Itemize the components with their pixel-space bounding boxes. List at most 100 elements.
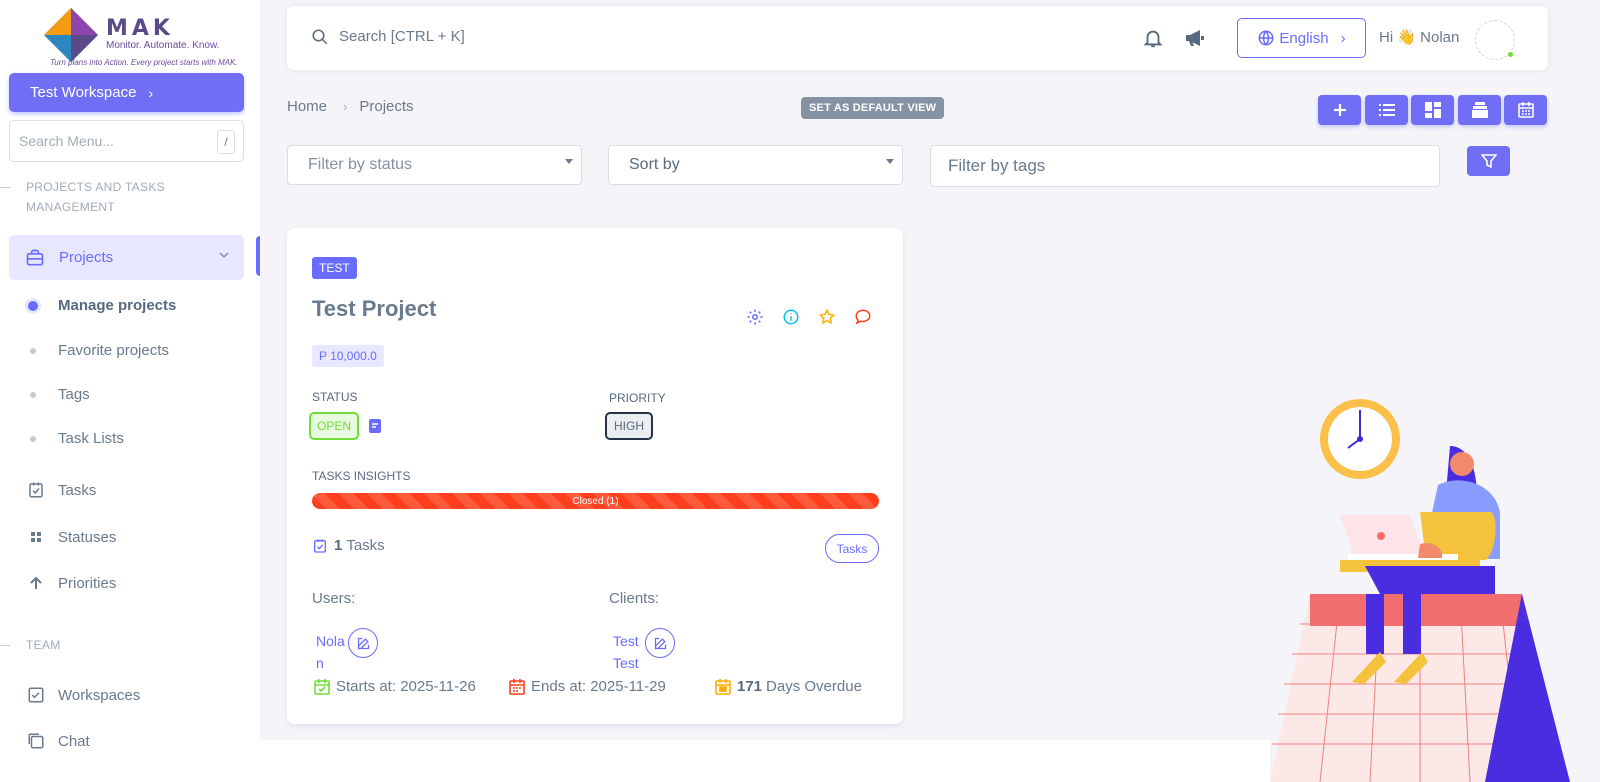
client-avatar-image[interactable]: Test Test — [613, 630, 649, 674]
overdue-days-number: 171 — [737, 678, 763, 695]
brand-subtitle: Monitor. Automate. Know. — [106, 40, 220, 51]
sidebar-item-statuses[interactable]: Statuses — [26, 527, 116, 547]
status-badge[interactable]: OPEN — [309, 412, 359, 440]
sidebar-item-chat[interactable]: Chat — [26, 731, 90, 751]
set-default-view-button[interactable]: SET AS DEFAULT VIEW — [801, 97, 945, 119]
tasks-progress-fill: Closed (1) — [312, 493, 879, 509]
chevron-right-icon: › — [1340, 29, 1346, 47]
section-header-line1: PROJECTS AND TASKS — [26, 180, 165, 194]
project-title[interactable]: Test Project — [312, 296, 436, 322]
logo-diamond-icon — [44, 8, 98, 62]
calendar-view-button[interactable] — [1504, 95, 1547, 125]
section-header-team: TEAM — [0, 635, 61, 655]
workspace-switcher-button[interactable]: Test Workspace › — [9, 73, 244, 112]
global-search-input[interactable]: Search [CTRL + K] — [339, 28, 465, 45]
sidebar-item-priorities[interactable]: Priorities — [26, 573, 116, 593]
gear-icon[interactable] — [745, 307, 765, 327]
project-card: TEST Test Project P 10,000.0 STATUS OPEN… — [287, 228, 903, 724]
list-icon — [1378, 104, 1395, 116]
globe-icon — [1258, 30, 1274, 46]
tasks-insights-label: TASKS INSIGHTS — [312, 469, 411, 483]
tasks-count-number: 1 — [334, 537, 343, 554]
user-avatar-image[interactable]: Nolan — [316, 630, 352, 674]
sidebar-item-tasks[interactable]: Tasks — [26, 480, 96, 500]
language-label: English — [1279, 29, 1329, 47]
sort-select[interactable]: Sort by — [608, 145, 903, 185]
sidebar-item-label: Chat — [58, 732, 90, 750]
caret-down-icon — [565, 159, 573, 164]
breadcrumb-separator-icon: › — [343, 99, 348, 114]
note-icon[interactable] — [367, 418, 383, 434]
end-date-text: Ends at: 2025-11-29 — [531, 678, 666, 695]
overdue-days-text: Days Overdue — [766, 678, 862, 695]
dashboard-icon — [1424, 102, 1441, 118]
online-status-dot — [1506, 50, 1515, 59]
tags-filter-placeholder: Filter by tags — [948, 156, 1046, 175]
grid-view-button[interactable] — [1411, 95, 1454, 125]
sidebar-item-workspaces[interactable]: Workspaces — [26, 685, 140, 705]
sidebar: MAK Monitor. Automate. Know. Turn plans … — [0, 0, 260, 782]
bell-icon[interactable] — [1142, 26, 1164, 50]
start-date-text: Starts at: 2025-11-26 — [336, 678, 476, 695]
edit-icon — [654, 637, 666, 649]
priority-badge[interactable]: HIGH — [605, 412, 653, 440]
tasks-count-word: Tasks — [346, 537, 385, 554]
sort-placeholder: Sort by — [629, 156, 680, 173]
megaphone-icon[interactable] — [1183, 26, 1207, 50]
kanban-view-button[interactable] — [1458, 95, 1501, 125]
project-start-date: Starts at: 2025-11-26 — [314, 678, 476, 695]
sidebar-subitem-favorite-projects[interactable]: Favorite projects — [30, 342, 169, 359]
project-tag-badge[interactable]: TEST — [312, 257, 357, 279]
language-button[interactable]: English › — [1237, 18, 1366, 58]
top-navbar: Search [CTRL + K] English › Hi 👋 Nolan — [287, 6, 1548, 70]
users-label: Users: — [312, 590, 356, 607]
briefcase-icon — [26, 249, 44, 265]
brand-logo[interactable]: MAK Monitor. Automate. Know. Turn plans … — [40, 6, 238, 70]
user-avatar[interactable] — [1475, 20, 1515, 60]
calendar-clock-icon — [715, 678, 731, 695]
add-project-button[interactable] — [1318, 95, 1361, 125]
sidebar-item-label: Statuses — [58, 528, 117, 546]
menu-search-placeholder: Search Menu... — [19, 133, 114, 149]
subitem-label: Tags — [58, 386, 90, 403]
arrow-up-icon — [26, 573, 46, 593]
tasks-count: 1 Tasks — [312, 537, 385, 554]
breadcrumb: Home › Projects — [287, 98, 414, 115]
edit-users-button[interactable] — [348, 628, 378, 658]
sidebar-subitem-tags[interactable]: Tags — [30, 386, 90, 403]
edit-clients-button[interactable] — [645, 628, 675, 658]
chevron-down-icon — [219, 252, 229, 259]
bullet-icon — [30, 347, 36, 354]
menu-search-input[interactable]: Search Menu... / — [9, 120, 244, 162]
subitem-label: Favorite projects — [58, 342, 169, 359]
info-icon[interactable] — [781, 307, 801, 327]
sidebar-subitem-task-lists[interactable]: Task Lists — [30, 430, 124, 447]
priority-label: PRIORITY — [609, 391, 666, 405]
sidebar-item-projects[interactable]: Projects — [9, 235, 244, 280]
bullet-icon — [28, 300, 38, 311]
apply-filter-button[interactable] — [1467, 146, 1510, 176]
status-filter-select[interactable]: Filter by status — [287, 145, 582, 185]
calendar-check-icon — [314, 678, 330, 695]
list-view-button[interactable] — [1365, 95, 1408, 125]
grid-icon — [26, 527, 46, 547]
sidebar-subitem-manage-projects[interactable]: Manage projects — [28, 297, 177, 314]
task-icon — [26, 480, 46, 500]
bullet-icon — [30, 435, 36, 442]
breadcrumb-home[interactable]: Home — [287, 98, 327, 115]
chevron-right-icon: › — [148, 84, 154, 101]
star-icon[interactable] — [817, 307, 837, 327]
tasks-progress-bar: Closed (1) — [312, 493, 879, 509]
comment-icon[interactable] — [853, 307, 873, 327]
section-header-line2: MANAGEMENT — [26, 200, 116, 214]
subitem-label: Manage projects — [58, 297, 177, 314]
project-actions — [745, 307, 873, 327]
workspace-label: Test Workspace — [30, 84, 137, 101]
brand-tagline: Turn plans into Action. Every project st… — [50, 58, 238, 67]
view-tasks-button[interactable]: Tasks — [825, 534, 879, 563]
workspace-icon — [26, 685, 46, 705]
search-shortcut-key: / — [217, 130, 235, 154]
breadcrumb-current: Projects — [359, 98, 414, 115]
search-icon — [312, 29, 328, 45]
tags-filter-input[interactable]: Filter by tags — [930, 145, 1440, 187]
